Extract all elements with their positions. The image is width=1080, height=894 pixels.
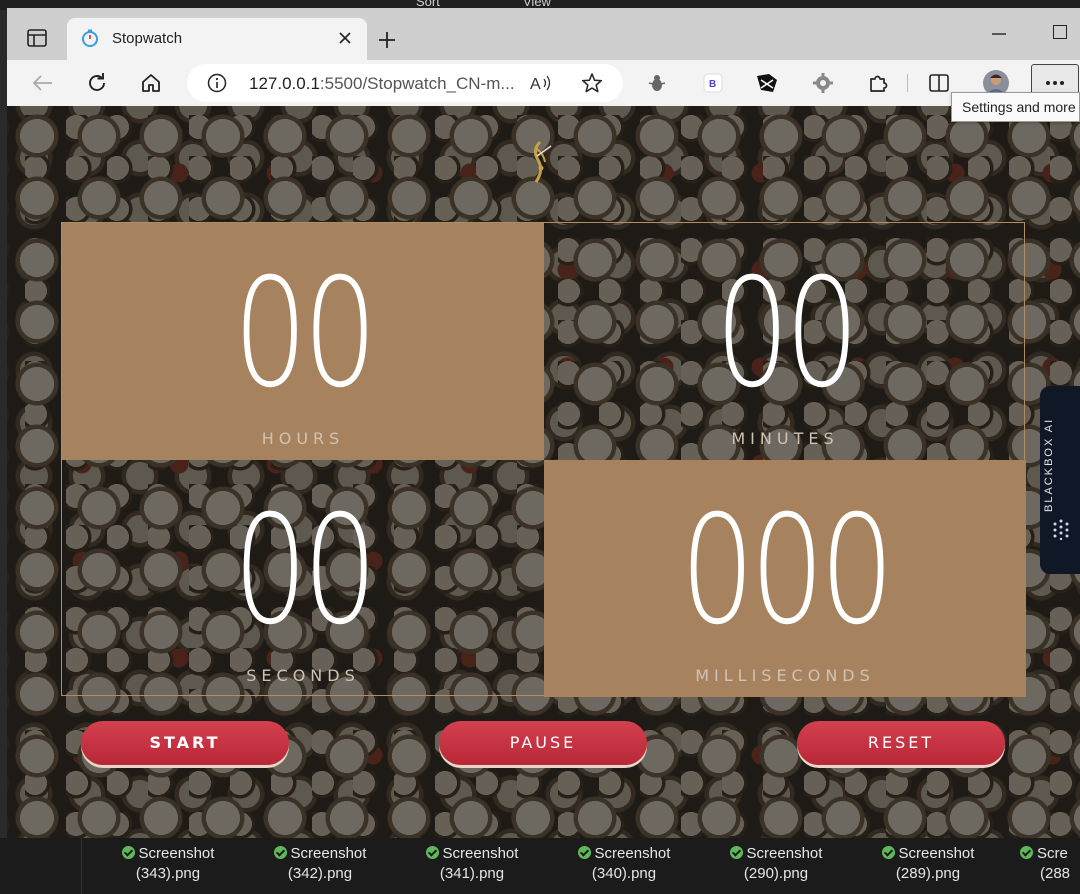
dark-extension-icon [757, 74, 777, 92]
file-name: Screenshot [138, 845, 215, 862]
file-item[interactable]: Screenshot (343).png [108, 844, 228, 884]
file-item[interactable]: Screenshot (341).png [412, 844, 532, 884]
minimize-icon [992, 33, 1006, 35]
puzzle-icon [870, 75, 888, 92]
blackbox-ai-panel-tab[interactable]: BLACKBOX AI [1040, 386, 1080, 574]
hours-cell: 00 HOURS [62, 223, 544, 460]
synced-check-icon [121, 846, 135, 859]
maximize-button[interactable] [1053, 25, 1067, 39]
file-name: Scre [1037, 845, 1068, 862]
file-name: Screenshot [898, 845, 975, 862]
back-arrow-icon [32, 75, 52, 91]
file-ext: (340).png [591, 865, 657, 882]
browser-toolbar: 127.0.0.1:5500/Stopwatch_CN-m... A B [7, 60, 1080, 106]
settings-tooltip: Settings and more [951, 92, 1080, 122]
seconds-value: 00 [233, 484, 377, 658]
file-item[interactable]: Scre (288 [1020, 844, 1080, 884]
file-item[interactable]: Screenshot (290).png [716, 844, 836, 884]
split-screen-icon [929, 74, 949, 92]
file-ext: (341).png [439, 865, 505, 882]
synced-check-icon [1020, 846, 1033, 859]
tab-close-button[interactable] [335, 28, 355, 48]
reset-button[interactable]: RESET [797, 721, 1005, 765]
logo-icon [533, 140, 552, 183]
toolbar-separator [907, 74, 908, 92]
refresh-button[interactable] [81, 67, 113, 99]
tab-bar: Stopwatch [7, 8, 1080, 60]
file-item[interactable]: Screenshot (340).png [564, 844, 684, 884]
hours-label: HOURS [261, 429, 345, 448]
file-ext: (342).png [287, 865, 353, 882]
file-name: Screenshot [442, 845, 519, 862]
svg-text:B: B [709, 79, 716, 90]
file-ext: (288 [1040, 865, 1071, 882]
file-ext: (343).png [135, 865, 201, 882]
seconds-label: SECONDS [246, 666, 360, 685]
address-bar[interactable]: 127.0.0.1:5500/Stopwatch_CN-m... A [187, 64, 623, 102]
url-text: 127.0.0.1:5500/Stopwatch_CN-m... [249, 74, 519, 94]
stopwatch-page: 00 HOURS 00 MINUTES 00 SECONDS 000 MILLI… [7, 106, 1080, 838]
explorer-divider [81, 838, 82, 894]
synced-check-icon [425, 846, 439, 859]
file-explorer-strip: Screenshot (343).png Screenshot (342).png … [0, 838, 1080, 894]
back-button[interactable] [27, 67, 59, 99]
new-tab-button[interactable] [373, 26, 401, 54]
extension-dark-button[interactable] [751, 67, 783, 99]
info-icon[interactable] [207, 73, 227, 93]
tab-actions-button[interactable] [23, 26, 51, 50]
gear-icon [813, 73, 833, 93]
file-ext: (289).png [895, 865, 961, 882]
extensions-button[interactable] [862, 67, 894, 99]
tab-stopwatch[interactable]: Stopwatch [67, 18, 367, 60]
b-extension-icon: B [703, 73, 723, 93]
tab-title: Stopwatch [112, 30, 183, 47]
minutes-cell: 00 MINUTES [544, 223, 1026, 460]
extension-gear-button[interactable] [807, 67, 839, 99]
file-name: Screenshot [746, 845, 823, 862]
svg-text:A: A [530, 76, 541, 93]
minimize-button[interactable] [989, 24, 1009, 44]
url-path: :5500/Stopwatch_CN-m... [319, 74, 515, 93]
read-aloud-icon[interactable]: A [529, 73, 551, 93]
milliseconds-cell: 000 MILLISECONDS [544, 460, 1026, 697]
tab-actions-icon [27, 29, 47, 47]
extension-b-button[interactable]: B [697, 67, 729, 99]
hours-value: 00 [233, 247, 377, 421]
bug-icon [648, 75, 666, 91]
synced-check-icon [881, 846, 895, 859]
blackbox-ai-label: BLACKBOX AI [1043, 417, 1055, 512]
milliseconds-value: 000 [680, 484, 894, 658]
plus-icon [379, 32, 395, 48]
home-icon [142, 74, 160, 92]
stopwatch-grid: 00 HOURS 00 MINUTES 00 SECONDS 000 MILLI… [61, 222, 1026, 697]
stopwatch-favicon-icon [82, 29, 98, 47]
start-button[interactable]: START [81, 721, 289, 765]
browser-window: Stopwatch 127.0.0.1:5500/Stopwatch_CN-m.… [7, 8, 1080, 838]
seconds-cell: 00 SECONDS [62, 460, 544, 697]
url-host: 127.0.0.1 [249, 74, 320, 93]
pause-button[interactable]: PAUSE [439, 721, 647, 765]
milliseconds-label: MILLISECONDS [695, 666, 875, 685]
file-ext: (290).png [743, 865, 809, 882]
background-app-sliver [0, 10, 7, 838]
minutes-value: 00 [715, 247, 859, 421]
synced-check-icon [577, 846, 591, 859]
minutes-label: MINUTES [731, 429, 839, 448]
home-button[interactable] [135, 67, 167, 99]
synced-check-icon [273, 846, 287, 859]
favorite-star-icon[interactable] [581, 72, 603, 94]
file-item[interactable]: Screenshot (289).png [868, 844, 988, 884]
close-icon [339, 32, 351, 44]
file-name: Screenshot [594, 845, 671, 862]
extension-bug-button[interactable] [641, 67, 673, 99]
refresh-icon [89, 73, 105, 91]
ellipsis-icon [1046, 81, 1064, 85]
synced-check-icon [729, 846, 743, 859]
blackbox-logo-icon [1053, 519, 1069, 540]
file-item[interactable]: Screenshot (342).png [260, 844, 380, 884]
file-name: Screenshot [290, 845, 367, 862]
